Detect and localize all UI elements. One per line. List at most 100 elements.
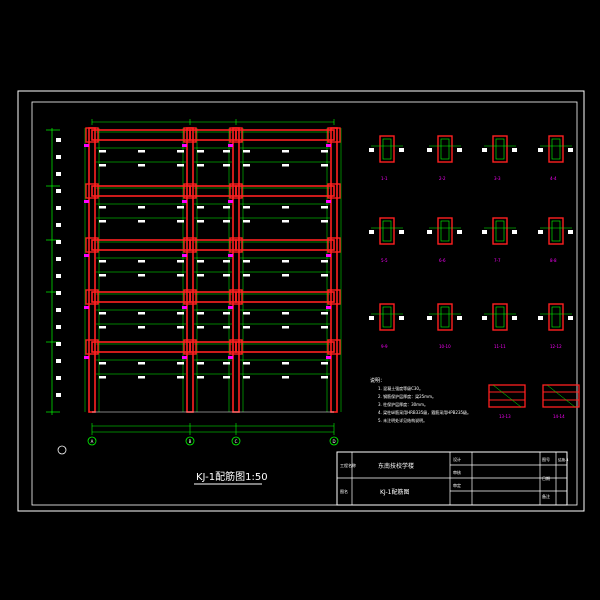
- section-outline: [548, 303, 564, 331]
- section-tag: [482, 148, 487, 152]
- level-marker: [56, 274, 61, 278]
- rebar-tag: [138, 274, 145, 277]
- section-tag: [457, 316, 462, 320]
- section-outline: [492, 303, 508, 331]
- note-line-1: 1. 混凝土强度等级C30。: [378, 385, 423, 391]
- section-tag: [427, 316, 432, 320]
- section-stirrup: [382, 220, 392, 242]
- note-line-4: 4. 梁柱纵筋采用HRB335级，箍筋采用HPB235级。: [378, 409, 471, 415]
- level-marker: [56, 291, 61, 295]
- rebar-tag: [197, 150, 204, 153]
- rebar-tag: [282, 376, 289, 379]
- section-outline: [437, 217, 453, 245]
- level-marker: [56, 342, 61, 346]
- level-marker: [56, 223, 61, 227]
- slab-section-hatch: [546, 384, 576, 408]
- rebar-tag: [197, 164, 204, 167]
- section-label: 14-14: [553, 414, 565, 419]
- section-outline: [379, 303, 395, 331]
- beam: [235, 185, 335, 197]
- level-marker: [56, 189, 61, 193]
- section-tag: [482, 316, 487, 320]
- level-marker: [56, 138, 61, 142]
- title-block: 工程名称 图名 东南技校学楼 KJ-1配筋图 设计 审核 审定 图号 日期 备注…: [336, 451, 569, 506]
- rebar-tag: [177, 274, 184, 277]
- rebar-tag: [243, 164, 250, 167]
- rebar-tag: [321, 164, 328, 167]
- level-marker: [56, 155, 61, 159]
- section-tag: [512, 148, 517, 152]
- rebar-tag: [138, 376, 145, 379]
- rebar-tag: [197, 260, 204, 263]
- section-tag: [427, 148, 432, 152]
- rebar-tag: [243, 150, 250, 153]
- section-tag: [538, 316, 543, 320]
- column-0: [88, 127, 96, 413]
- joint-label: [182, 306, 187, 309]
- notes-block: 说明： 1. 混凝土强度等级C30。 2. 钢筋保护层厚度：梁25mm。 3. …: [370, 377, 471, 423]
- section-stirrup: [495, 306, 505, 328]
- note-line-3: 3. 柱保护层厚度：30mm。: [378, 401, 428, 407]
- rebar-tag: [321, 326, 328, 329]
- joint-label: [326, 356, 331, 359]
- rebar-tag: [282, 326, 289, 329]
- joint-label: [182, 254, 187, 257]
- rebar-tag: [223, 220, 230, 223]
- section-stirrup: [440, 306, 450, 328]
- section-stirrup: [551, 138, 561, 160]
- section-tag: [457, 148, 462, 152]
- rebar-tag: [321, 150, 328, 153]
- section-tag: [482, 230, 487, 234]
- rebar-tag: [321, 376, 328, 379]
- rebar-tag: [177, 362, 184, 365]
- scale-label: 图号: [542, 456, 550, 462]
- section-tag: [538, 230, 543, 234]
- section-label: 7-7: [494, 258, 501, 263]
- rebar-tag: [223, 362, 230, 365]
- project-label: 工程名称: [340, 462, 356, 468]
- level-marker: [56, 393, 61, 397]
- rebar-tag: [321, 362, 328, 365]
- section-tag: [399, 148, 404, 152]
- cad-drawing-canvas: A B C D 1-1 2-2 3-3 4-4 5-5 6-6 7-7 8-8 9-9 10-10 11-…: [17, 90, 585, 512]
- rebar-tag: [138, 260, 145, 263]
- joint-label: [182, 356, 187, 359]
- joint-label: [84, 144, 89, 147]
- designer-label: 设计: [453, 456, 461, 462]
- rebar-tag: [321, 206, 328, 209]
- joint-label: [326, 144, 331, 147]
- rebar-tag: [197, 206, 204, 209]
- rebar-tag: [99, 274, 106, 277]
- level-marker: [56, 308, 61, 312]
- rebar-tag: [99, 206, 106, 209]
- joint-label: [326, 200, 331, 203]
- remark-label: 备注: [542, 493, 550, 499]
- drawing-title: KJ-1配筋图1:50: [196, 470, 268, 483]
- rebar-tag: [138, 220, 145, 223]
- section-outline: [492, 217, 508, 245]
- joint-label: [182, 200, 187, 203]
- section-outline: [379, 217, 395, 245]
- rebar-tag: [197, 274, 204, 277]
- level-marker: [56, 376, 61, 380]
- beam: [235, 239, 335, 251]
- rebar-tag: [243, 312, 250, 315]
- beam: [91, 185, 191, 197]
- section-label: 13-13: [499, 414, 511, 419]
- column-2: [232, 127, 240, 413]
- section-stirrup: [551, 220, 561, 242]
- joint-label: [228, 356, 233, 359]
- notes-heading: 说明：: [370, 377, 385, 384]
- joint-label: [228, 200, 233, 203]
- section-label: 11-11: [494, 344, 506, 349]
- rebar-tag: [138, 362, 145, 365]
- rebar-tag: [197, 376, 204, 379]
- level-marker: [56, 172, 61, 176]
- drawing-label: 图名: [340, 488, 348, 494]
- section-outline: [548, 217, 564, 245]
- joint-label: [84, 200, 89, 203]
- rebar-tag: [321, 274, 328, 277]
- beam: [91, 129, 191, 141]
- section-label: 12-12: [550, 344, 562, 349]
- section-stirrup: [440, 220, 450, 242]
